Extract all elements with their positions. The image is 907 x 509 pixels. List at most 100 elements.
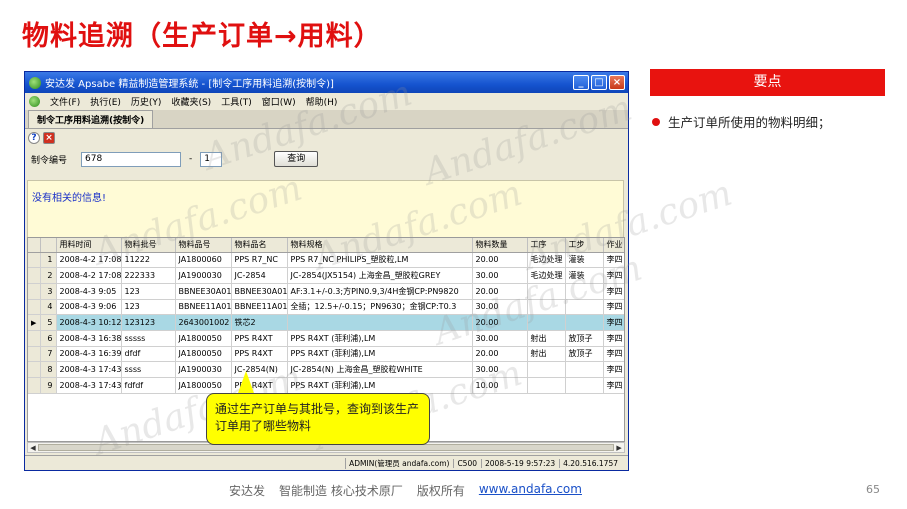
- cell-proc[interactable]: [527, 299, 566, 316]
- cell-step[interactable]: 灌装: [565, 252, 604, 269]
- col-header[interactable]: 物料数量: [472, 238, 528, 253]
- cell-step[interactable]: [565, 283, 604, 300]
- menu-file[interactable]: 文件(F): [50, 95, 80, 108]
- cell-batch[interactable]: dfdf: [121, 346, 176, 363]
- cell-code[interactable]: BBNEE11A01: [175, 299, 232, 316]
- cell-qty[interactable]: 20.00: [472, 346, 528, 363]
- cell-proc[interactable]: [527, 377, 566, 394]
- cell-code[interactable]: JA1800050: [175, 330, 232, 347]
- table-row[interactable]: 8 2008-4-3 17:43 ssss JA1900030 JC-2854(N) JC…: [28, 361, 624, 378]
- table-row[interactable]: 9 2008-4-3 17:43 fdfdf JA1800050 PPS R4XT PPS…: [28, 377, 624, 394]
- cell-batch[interactable]: fdfdf: [121, 377, 176, 394]
- query-button[interactable]: 查询: [274, 151, 319, 167]
- cell-time[interactable]: 2008-4-3 17:43: [56, 361, 122, 378]
- cell-qty[interactable]: 30.00: [472, 267, 528, 284]
- menu-window[interactable]: 窗口(W): [262, 95, 296, 108]
- cell-name[interactable]: PPS R4XT: [231, 346, 288, 363]
- row-marker[interactable]: [28, 330, 41, 347]
- cell-code[interactable]: JA1900030: [175, 267, 232, 284]
- cell-qty[interactable]: 30.00: [472, 299, 528, 316]
- row-marker[interactable]: [28, 252, 41, 269]
- cell-batch[interactable]: 222333: [121, 267, 176, 284]
- cell-proc[interactable]: [527, 314, 566, 331]
- cell-spec[interactable]: JC-2854(JX5154) 上海金昌_塑胶粒GREY: [287, 267, 473, 284]
- cell-batch[interactable]: 123123: [121, 314, 176, 331]
- row-pointer-icon[interactable]: ▶: [28, 314, 41, 331]
- cell-op[interactable]: 李四: [603, 314, 624, 331]
- cell-op[interactable]: 李四: [603, 252, 624, 269]
- menu-execute[interactable]: 执行(E): [90, 95, 121, 108]
- cell-op[interactable]: 李四: [603, 283, 624, 300]
- cell-time[interactable]: 2008-4-3 16:38: [56, 330, 122, 347]
- menu-help[interactable]: 帮助(H): [306, 95, 338, 108]
- close-form-icon[interactable]: ×: [43, 131, 55, 144]
- cell-qty[interactable]: 30.00: [472, 361, 528, 378]
- row-marker[interactable]: [28, 346, 41, 363]
- cell-spec[interactable]: PPS R7_NC PHILIPS_塑胶粒,LM: [287, 252, 473, 269]
- cell-spec[interactable]: [287, 314, 473, 331]
- app-menu-icon[interactable]: [29, 96, 40, 107]
- cell-name[interactable]: BBNEE30A01: [231, 283, 288, 300]
- cell-time[interactable]: 2008-4-2 17:08: [56, 252, 122, 269]
- cell-op[interactable]: 李四: [603, 346, 624, 363]
- table-row[interactable]: 7 2008-4-3 16:39 dfdf JA1800050 PPS R4XT PPS …: [28, 346, 624, 363]
- cell-op[interactable]: 李四: [603, 377, 624, 394]
- cell-code[interactable]: BBNEE30A01: [175, 283, 232, 300]
- cell-qty[interactable]: 20.00: [472, 314, 528, 331]
- cell-proc[interactable]: 毛边处理: [527, 267, 566, 284]
- cell-name[interactable]: 铁芯2: [231, 314, 288, 331]
- cell-code[interactable]: JA1800050: [175, 346, 232, 363]
- cell-qty[interactable]: 20.00: [472, 283, 528, 300]
- cell-spec[interactable]: JC-2854(N) 上海金昌_塑胶粒WHITE: [287, 361, 473, 378]
- row-marker[interactable]: [28, 283, 41, 300]
- table-row[interactable]: ▶ 5 2008-4-3 10:12 123123 2643001002 铁芯2 20.00…: [28, 314, 624, 331]
- col-header[interactable]: 物料批号: [121, 238, 176, 253]
- footer-link[interactable]: www.andafa.com: [479, 482, 582, 499]
- cell-name[interactable]: BBNEE11A01: [231, 299, 288, 316]
- cell-time[interactable]: 2008-4-3 9:05: [56, 283, 122, 300]
- scroll-left-icon[interactable]: ◀: [28, 444, 38, 452]
- cell-batch[interactable]: 123: [121, 283, 176, 300]
- cell-time[interactable]: 2008-4-3 10:12: [56, 314, 122, 331]
- window-titlebar[interactable]: 安达发 Apsabe 精益制造管理系统 - [制令工序用料追溯(按制令)] _ …: [25, 72, 628, 93]
- cell-step[interactable]: 放顶子: [565, 330, 604, 347]
- cell-step[interactable]: [565, 377, 604, 394]
- cell-step[interactable]: 灌装: [565, 267, 604, 284]
- cell-time[interactable]: 2008-4-3 9:06: [56, 299, 122, 316]
- minimize-button[interactable]: _: [573, 75, 589, 90]
- cell-op[interactable]: 李四: [603, 361, 624, 378]
- help-icon[interactable]: ?: [28, 131, 40, 144]
- close-button[interactable]: ×: [609, 75, 625, 90]
- col-header[interactable]: 工序: [527, 238, 566, 253]
- scroll-right-icon[interactable]: ▶: [614, 444, 624, 452]
- cell-spec[interactable]: PPS R4XT (菲利浦),LM: [287, 346, 473, 363]
- cell-step[interactable]: 放顶子: [565, 346, 604, 363]
- cell-op[interactable]: 李四: [603, 330, 624, 347]
- cell-name[interactable]: PPS R4XT: [231, 330, 288, 347]
- row-marker[interactable]: [28, 299, 41, 316]
- cell-proc[interactable]: [527, 283, 566, 300]
- cell-time[interactable]: 2008-4-3 17:43: [56, 377, 122, 394]
- batch-number-input[interactable]: [200, 151, 223, 167]
- table-row[interactable]: 1 2008-4-2 17:08 11222 JA1800060 PPS R7_NC PP…: [28, 252, 624, 269]
- cell-op[interactable]: 李四: [603, 299, 624, 316]
- table-row[interactable]: 3 2008-4-3 9:05 123 BBNEE30A01 BBNEE30A01 AF:…: [28, 283, 624, 300]
- cell-batch[interactable]: sssss: [121, 330, 176, 347]
- cell-batch[interactable]: ssss: [121, 361, 176, 378]
- table-row[interactable]: 4 2008-4-3 9:06 123 BBNEE11A01 BBNEE11A01 全插；…: [28, 299, 624, 316]
- cell-spec[interactable]: AF:3.1+/-0.3;方PIN0.9,3/4H金钢CP:PN9820: [287, 283, 473, 300]
- cell-proc[interactable]: 射出: [527, 346, 566, 363]
- cell-time[interactable]: 2008-4-3 16:39: [56, 346, 122, 363]
- cell-batch[interactable]: 11222: [121, 252, 176, 269]
- col-header[interactable]: 物料品号: [175, 238, 232, 253]
- col-header[interactable]: 物料规格: [287, 238, 473, 253]
- cell-proc[interactable]: [527, 361, 566, 378]
- cell-code[interactable]: JA1900030: [175, 361, 232, 378]
- cell-code[interactable]: JA1800050: [175, 377, 232, 394]
- maximize-button[interactable]: □: [591, 75, 607, 90]
- row-marker[interactable]: [28, 361, 41, 378]
- col-header[interactable]: 作业: [603, 238, 624, 253]
- row-marker[interactable]: [28, 377, 41, 394]
- order-number-input[interactable]: [81, 151, 182, 167]
- col-header[interactable]: 用料时间: [56, 238, 122, 253]
